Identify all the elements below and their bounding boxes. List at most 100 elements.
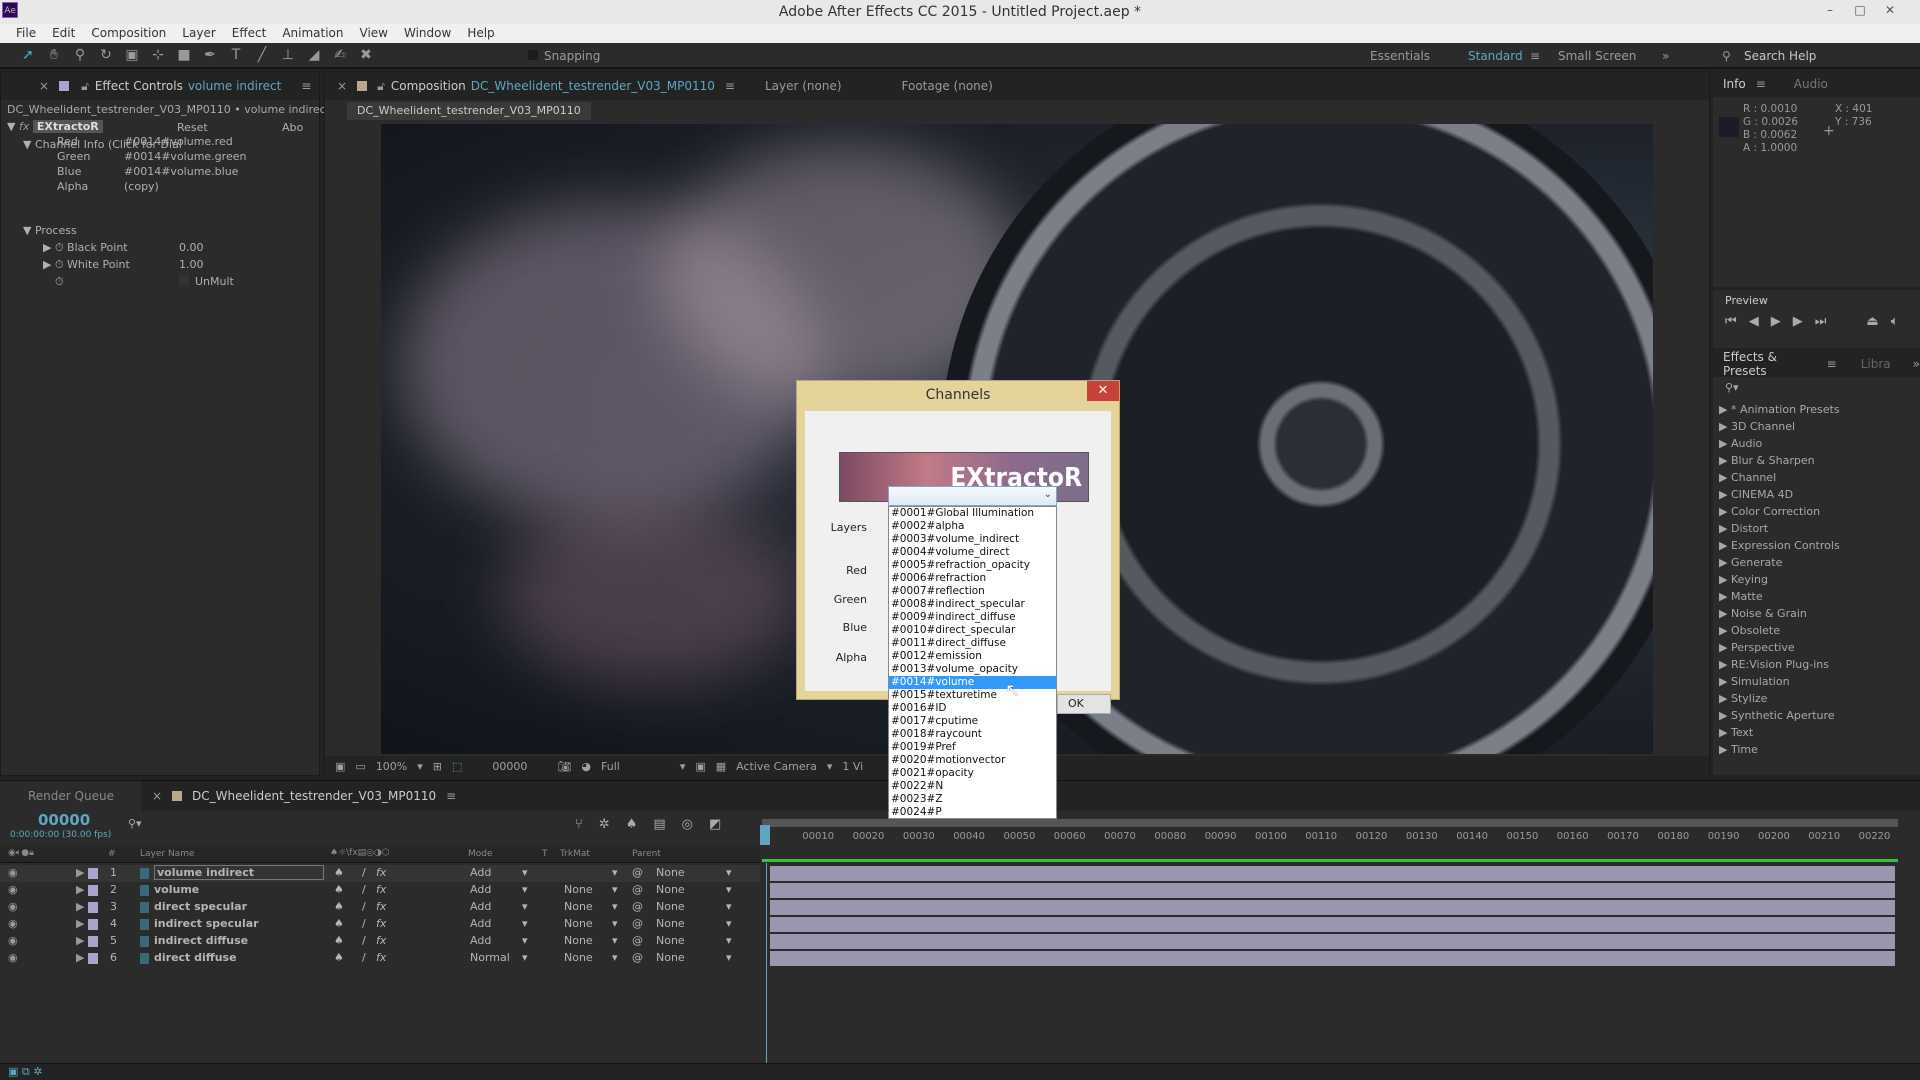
menu-file[interactable]: File (8, 24, 44, 43)
tab-info[interactable]: Info (1723, 77, 1746, 91)
layer-duration-bar[interactable] (770, 900, 1895, 915)
pick-whip-icon[interactable]: @ (632, 866, 643, 879)
frame-blending-icon[interactable]: ▤ (653, 817, 665, 832)
effects-category[interactable]: ▶ Channel (1719, 471, 1776, 484)
shy-switch-icon[interactable]: ♠ (334, 883, 344, 896)
menu-edit[interactable]: Edit (44, 24, 83, 43)
layer-row[interactable]: ◉ ▶ 1 volume indirect ♠ / fx Add ▾ ▾ @ N… (0, 865, 760, 882)
layer-duration-bar[interactable] (770, 934, 1895, 949)
effects-category[interactable]: ▶ Obsolete (1719, 624, 1780, 637)
panel-menu-icon[interactable]: ≡ (446, 789, 456, 803)
chevron-down-icon[interactable]: ▾ (726, 951, 732, 964)
snapping-toggle[interactable]: Snapping (528, 43, 608, 69)
parent-dropdown[interactable]: None (656, 951, 685, 964)
mode-dropdown[interactable]: Normal (470, 951, 510, 964)
label-color[interactable] (88, 902, 98, 913)
effects-category[interactable]: ▶ Expression Controls (1719, 539, 1840, 552)
visibility-icon[interactable]: ◉ (8, 866, 18, 879)
layer-duration-bar[interactable] (770, 883, 1895, 898)
mode-dropdown[interactable]: Add (470, 866, 491, 879)
label-color[interactable] (88, 936, 98, 947)
rectangle-icon[interactable]: ■ (174, 45, 194, 65)
fast-preview-icon[interactable]: ▣ (695, 760, 705, 773)
ok-button[interactable]: OK (1057, 694, 1111, 714)
menu-layer[interactable]: Layer (174, 24, 223, 43)
current-time[interactable]: 00000 (492, 760, 527, 773)
effects-search-input[interactable]: ⚲▾ (1725, 381, 1739, 394)
clone-stamp-icon[interactable]: ⊥ (278, 45, 298, 65)
expand-arrow-icon[interactable]: ▶ (76, 900, 84, 913)
expand-arrow-icon[interactable]: ▶ (76, 866, 84, 879)
layer-option[interactable]: #0010#direct_specular (889, 624, 1056, 637)
layer-name[interactable]: direct diffuse (154, 951, 237, 964)
time-ruler[interactable]: 00010 00020 00030 00040 00050 00060 00070 00080… (760, 817, 1902, 863)
last-frame-button[interactable]: ⏭ (1815, 314, 1827, 329)
pick-whip-icon[interactable]: @ (632, 934, 643, 947)
layer-name[interactable]: volume indirect (154, 865, 324, 880)
rotate-icon[interactable]: ↻ (96, 45, 116, 65)
layer-duration-bar[interactable] (770, 917, 1895, 932)
label-color[interactable] (88, 953, 98, 964)
layer-option[interactable]: #0015#texturetime (889, 689, 1056, 702)
workspace-small-screen[interactable]: Small Screen (1558, 43, 1636, 69)
chevron-down-icon[interactable]: ▾ (522, 866, 528, 879)
chevron-down-icon[interactable]: ▾ (612, 900, 618, 913)
chevron-down-icon[interactable]: ▾ (522, 934, 528, 947)
mode-dropdown[interactable]: Add (470, 934, 491, 947)
chevron-down-icon[interactable]: ▾ (612, 866, 618, 879)
shy-icon[interactable]: ♠ (626, 817, 638, 832)
process-group[interactable]: ▼ Process (23, 224, 77, 237)
chevron-down-icon[interactable]: ▾ (726, 866, 732, 879)
effects-category[interactable]: ▶ CINEMA 4D (1719, 488, 1793, 501)
timeline-search-input[interactable]: ⚲▾ (128, 817, 142, 830)
camera-dropdown[interactable]: Active Camera (736, 760, 817, 773)
quality-switch-icon[interactable]: / (362, 866, 366, 879)
expand-arrow-icon[interactable]: ▶ (76, 934, 84, 947)
layer-option[interactable]: #0023#Z (889, 793, 1056, 806)
layer-option[interactable]: #0007#reflection (889, 585, 1056, 598)
chevron-down-icon[interactable]: ▾ (612, 917, 618, 930)
zoom-dropdown[interactable]: 100% (376, 760, 407, 773)
play-button[interactable]: ▶︎ (1771, 314, 1781, 329)
hand-icon[interactable]: ✋︎ (44, 45, 64, 65)
visibility-icon[interactable]: ◉ (8, 883, 18, 896)
cache-icon[interactable]: ⏏ (1866, 314, 1878, 329)
eraser-icon[interactable]: ◢ (304, 45, 324, 65)
fx-switch-icon[interactable]: fx (376, 917, 386, 930)
label-color[interactable] (88, 919, 98, 930)
menu-animation[interactable]: Animation (274, 24, 351, 43)
effect-controls-tab[interactable]: × 🔓︎ Effect Controls volume indirect ≡ (1, 72, 319, 100)
shy-switch-icon[interactable]: ♠ (334, 917, 344, 930)
layer-row[interactable]: ◉ ▶ 4 indirect specular ♠ / fx Add ▾ Non… (0, 916, 760, 933)
layer-option[interactable]: #0016#ID (889, 702, 1056, 715)
quality-switch-icon[interactable]: / (362, 951, 366, 964)
more-workspaces-icon[interactable]: » (1662, 43, 1669, 69)
layer-option[interactable]: #0008#indirect_specular (889, 598, 1056, 611)
layer-row[interactable]: ◉ ▶ 5 indirect diffuse ♠ / fx Add ▾ None… (0, 933, 760, 950)
trkmat-dropdown[interactable]: None (564, 917, 593, 930)
close-tab-icon[interactable]: × (337, 79, 347, 93)
effects-category[interactable]: ▶ RE:Vision Plug-ins (1719, 658, 1829, 671)
pan-behind-icon[interactable]: ⊹ (148, 45, 168, 65)
quality-switch-icon[interactable]: / (362, 900, 366, 913)
layer-option[interactable]: #0022#N (889, 780, 1056, 793)
fx-switch-icon[interactable]: fx (376, 934, 386, 947)
layer-option[interactable]: #0021#opacity (889, 767, 1056, 780)
dialog-close-button[interactable]: ✕ (1087, 381, 1119, 401)
layer-row[interactable]: ◉ ▶ 3 direct specular ♠ / fx Add ▾ None … (0, 899, 760, 916)
layer-option[interactable]: #0002#alpha (889, 520, 1056, 533)
effects-category[interactable]: ▶ Simulation (1719, 675, 1790, 688)
layer-option[interactable]: #0006#refraction (889, 572, 1056, 585)
roto-brush-icon[interactable]: ✍︎ (330, 45, 350, 65)
mode-dropdown[interactable]: Add (470, 883, 491, 896)
views-dropdown[interactable]: 1 Vi (842, 760, 863, 773)
brush-icon[interactable]: ╱ (252, 45, 272, 65)
effects-category[interactable]: ▶ Matte (1719, 590, 1763, 603)
menu-effect[interactable]: Effect (224, 24, 275, 43)
layer-option[interactable]: #0018#raycount (889, 728, 1056, 741)
chevron-down-icon[interactable]: ▾ (726, 917, 732, 930)
tab-footage[interactable]: Footage (none) (902, 79, 993, 93)
effects-category[interactable]: ▶ Text (1719, 726, 1753, 739)
visibility-icon[interactable]: ◉ (8, 934, 18, 947)
layer-option[interactable]: #0004#volume_direct (889, 546, 1056, 559)
